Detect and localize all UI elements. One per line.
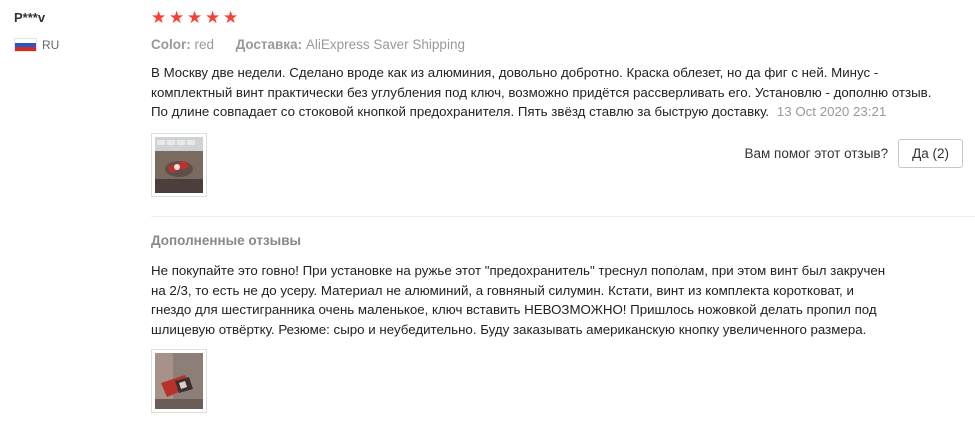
order-info: Color: red Доставка: AliExpress Saver Sh… xyxy=(151,36,971,54)
helpful-section: Вам помог этот отзыв? Да (2) xyxy=(744,138,963,168)
review-card: P***v RU ★ ★ ★ ★ ★ Color: red Доставка: … xyxy=(0,0,975,435)
star-icon: ★ xyxy=(205,8,221,27)
photo-image-icon xyxy=(155,136,203,193)
review-text: В Москву две недели. Сделано вроде как и… xyxy=(151,63,941,122)
star-icon: ★ xyxy=(187,8,203,27)
color-value: red xyxy=(194,37,215,52)
russia-flag-icon xyxy=(14,38,37,52)
additional-photo-thumbnail[interactable] xyxy=(151,349,207,413)
reviewer-info: P***v RU xyxy=(14,10,134,52)
star-icon: ★ xyxy=(169,8,185,27)
additional-review: Дополненные отзывы Не покупайте это говн… xyxy=(151,232,971,413)
country-code: RU xyxy=(42,38,60,52)
delivery-value: AliExpress Saver Shipping xyxy=(305,37,465,52)
additional-review-title: Дополненные отзывы xyxy=(151,233,302,248)
star-icon: ★ xyxy=(151,8,167,27)
reviewer-name: P***v xyxy=(14,10,46,25)
review-photos: Вам помог этот отзыв? Да (2) xyxy=(151,132,971,197)
review-date: 13 Oct 2020 23:21 xyxy=(776,104,887,119)
color-label: Color: xyxy=(151,37,191,52)
star-icon: ★ xyxy=(223,8,239,27)
reviewer-country: RU xyxy=(14,38,134,52)
helpful-yes-button[interactable]: Да (2) xyxy=(898,138,963,168)
star-rating: ★ ★ ★ ★ ★ xyxy=(151,8,971,28)
additional-review-text: Не покупайте это говно! При установке на… xyxy=(151,263,886,337)
helpful-question: Вам помог этот отзыв? xyxy=(744,145,889,161)
review-body: ★ ★ ★ ★ ★ Color: red Доставка: AliExpres… xyxy=(151,8,971,197)
review-photo-thumbnail[interactable] xyxy=(151,132,207,197)
delivery-label: Доставка: xyxy=(235,37,303,52)
photo-image-icon xyxy=(155,353,203,409)
divider xyxy=(151,216,975,217)
